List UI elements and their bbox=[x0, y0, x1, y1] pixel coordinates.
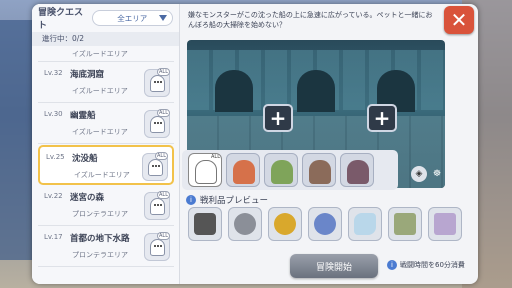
quest-level: Lv.25 bbox=[46, 153, 65, 161]
quest-area: プロンテラエリア bbox=[72, 210, 128, 218]
ghost-icon bbox=[150, 198, 165, 215]
quest-area: イズルードエリア bbox=[72, 128, 128, 136]
quest-item[interactable]: Lv.32 海底洞窟イズルードエリア ALL bbox=[38, 63, 174, 103]
quest-area: イズルードエリア bbox=[72, 87, 128, 95]
ghost-icon bbox=[148, 159, 163, 176]
ghost-icon bbox=[150, 75, 165, 92]
chevron-down-icon bbox=[159, 15, 167, 21]
quest-item[interactable]: Lv.25 沈没船イズルードエリア ALL bbox=[38, 145, 174, 185]
monster-slot-1[interactable] bbox=[226, 153, 260, 187]
time-cost-note: i 戦闘時間を60分消費 bbox=[387, 260, 465, 270]
reward-item[interactable] bbox=[388, 207, 422, 241]
quest-name: 首都の地下水路 bbox=[70, 234, 130, 244]
quest-detail: 嫌なモンスターがこの沈った船の上に急速に広がっている。ペットと一緒におんぼろ船の… bbox=[182, 4, 478, 284]
add-pet-slot-1[interactable]: + bbox=[263, 104, 293, 132]
reward-item[interactable] bbox=[268, 207, 302, 241]
quest-item[interactable]: Lv.17 首都の地下水路 プロンテラエリア ALL bbox=[38, 227, 174, 267]
reward-item[interactable] bbox=[308, 207, 342, 241]
info-icon: i bbox=[387, 260, 397, 270]
quest-list-panel: 冒険クエスト 全エリア 進行中：0/2 イズルードエリア Lv.32 海底洞窟 イズル… bbox=[32, 4, 180, 284]
quest-description: 嫌なモンスターがこの沈った船の上に急速に広がっている。ペットと一緒におんぼろ船の… bbox=[188, 11, 433, 29]
monster-slot-2[interactable] bbox=[264, 153, 298, 187]
quest-level: Lv.22 bbox=[44, 192, 63, 200]
start-adventure-button[interactable]: 冒険開始 bbox=[290, 254, 378, 278]
info-icon: i bbox=[186, 195, 196, 205]
quest-name: 沈没船 bbox=[72, 154, 98, 164]
quest-name: 海底洞窟 bbox=[70, 70, 105, 80]
monster-slot-all[interactable]: ALL bbox=[188, 153, 222, 187]
reward-preview-title: 戦利品プレビュー bbox=[200, 196, 269, 206]
reward-item[interactable] bbox=[348, 207, 382, 241]
reward-preview-header: i 戦利品プレビュー bbox=[186, 194, 268, 206]
quest-level: Lv.32 bbox=[44, 69, 63, 77]
panel-title: 冒険クエスト bbox=[38, 8, 84, 31]
ghost-icon bbox=[150, 116, 165, 133]
area-filter-dropdown[interactable]: 全エリア bbox=[91, 10, 173, 26]
monster-thumb: ALL bbox=[144, 232, 170, 261]
quest-name: 幽霊船 bbox=[70, 111, 96, 121]
quest-area: イズルードエリア bbox=[74, 171, 130, 179]
quest-level: Lv.30 bbox=[44, 110, 63, 118]
reward-item[interactable] bbox=[228, 207, 262, 241]
reward-list bbox=[188, 207, 462, 241]
monster-thumb: ALL bbox=[144, 68, 170, 97]
time-cost-text: 戦闘時間を60分消費 bbox=[400, 261, 465, 269]
progress-text: 進行中：0/2 bbox=[32, 32, 179, 46]
quest-area: プロンテラエリア bbox=[72, 251, 128, 259]
quest-item[interactable]: Lv.22 迷宮の森プロンテラエリア ALL bbox=[38, 186, 174, 226]
monster-thumb: ALL bbox=[142, 152, 168, 181]
ghost-icon bbox=[150, 239, 165, 256]
monster-list: ALL bbox=[182, 150, 398, 190]
quest-list: イズルードエリア Lv.32 海底洞窟 イズルードエリア ALL Lv.30 幽霊船 イズルー… bbox=[38, 46, 174, 268]
close-button[interactable]: ✕ bbox=[444, 6, 474, 34]
monster-slot-3[interactable] bbox=[302, 153, 336, 187]
quest-level: Lv.17 bbox=[44, 233, 63, 241]
quest-name: 迷宮の森 bbox=[70, 193, 105, 203]
adventure-quest-panel: 冒険クエスト 全エリア 進行中：0/2 イズルードエリア Lv.32 海底洞窟 イズル… bbox=[32, 4, 478, 284]
quest-item[interactable]: Lv.30 幽霊船イズルードエリア ALL bbox=[38, 104, 174, 144]
add-pet-slot-2[interactable]: + bbox=[367, 104, 397, 132]
area-filter-label: 全エリア bbox=[117, 13, 148, 23]
paw-icon[interactable]: ☸ bbox=[429, 166, 445, 182]
monster-thumb: ALL bbox=[144, 191, 170, 220]
reward-item[interactable] bbox=[428, 207, 462, 241]
close-icon: ✕ bbox=[450, 8, 468, 32]
reward-item[interactable] bbox=[188, 207, 222, 241]
quest-area: イズルードエリア bbox=[72, 50, 128, 58]
monster-slot-4[interactable] bbox=[340, 153, 374, 187]
quest-item[interactable]: イズルードエリア bbox=[38, 46, 174, 62]
monster-thumb: ALL bbox=[144, 109, 170, 138]
element-icon[interactable]: ◈ bbox=[411, 166, 427, 182]
